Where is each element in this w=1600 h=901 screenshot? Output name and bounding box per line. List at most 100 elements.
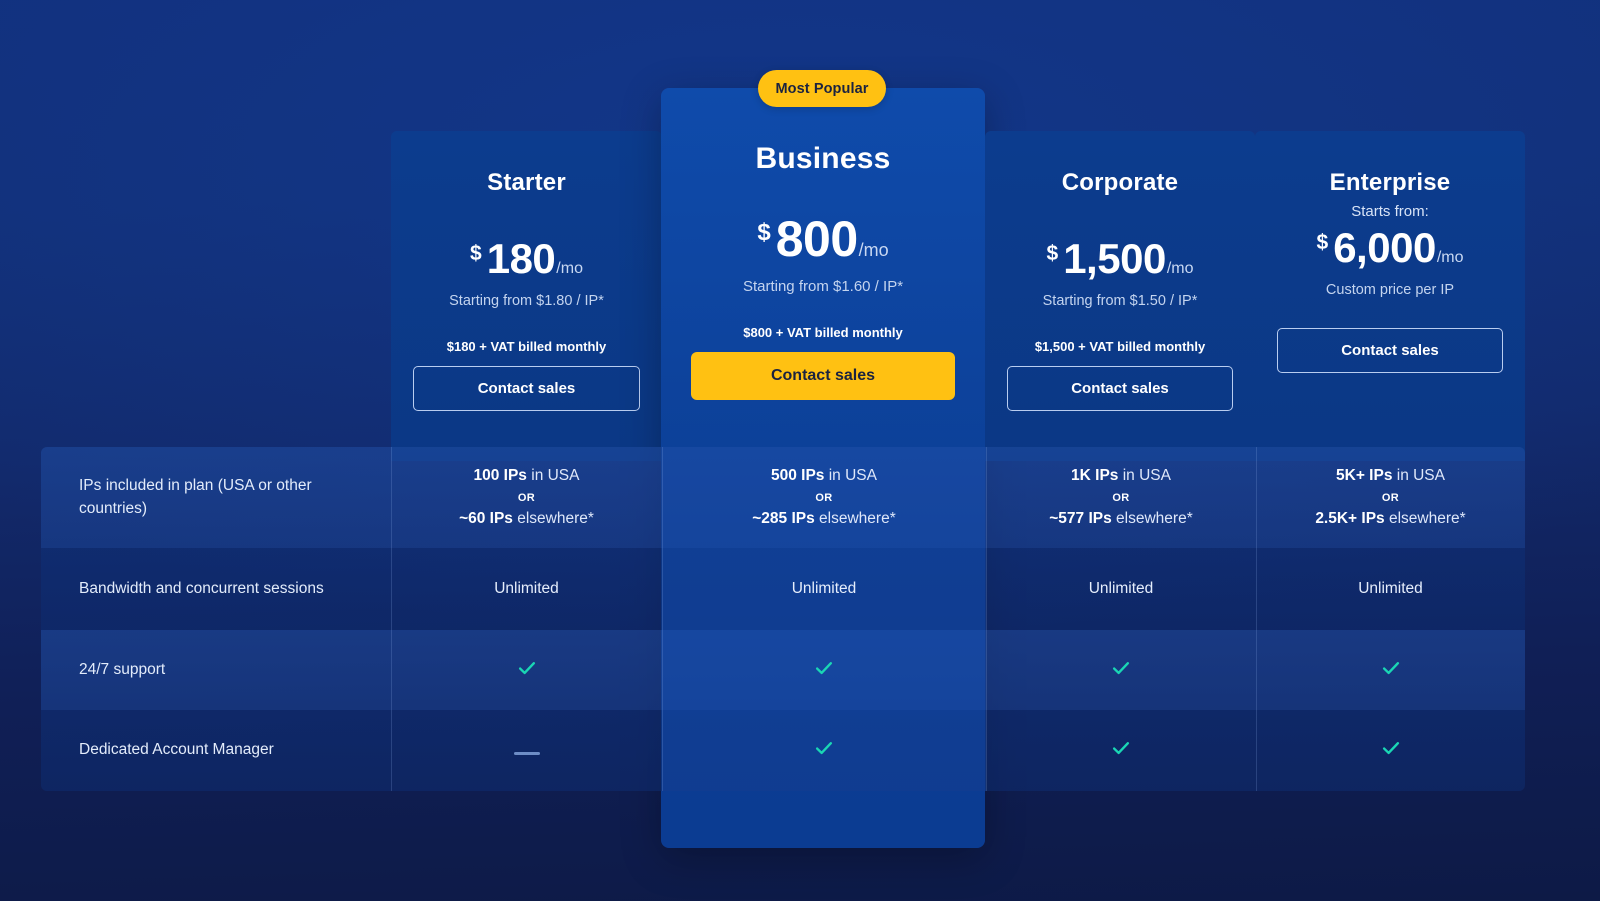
most-popular-badge: Most Popular	[758, 70, 886, 107]
feature-value-ips-starter: 100 IPs in USA OR ~60 IPs elsewhere*	[391, 447, 662, 548]
price-amount: 180	[486, 235, 556, 282]
column-divider	[1256, 447, 1257, 548]
ip-other-suffix: elsewhere*	[1111, 510, 1193, 528]
ip-other-count: 2.5K+ IPs	[1315, 510, 1385, 528]
price-period: /mo	[556, 260, 583, 277]
column-divider	[662, 710, 663, 791]
plan-card-starter[interactable]: Starter $ 180 /mo Starting from $1.80 / …	[391, 131, 662, 461]
ip-usa-count: 100 IPs	[473, 466, 527, 484]
price-currency: $	[1046, 242, 1059, 265]
price-period: /mo	[1166, 260, 1194, 277]
column-divider	[391, 447, 392, 548]
price-amount: 800	[775, 211, 858, 267]
ip-or-label: OR	[1381, 491, 1400, 504]
column-divider	[1256, 548, 1257, 630]
feature-value-support-business	[662, 630, 986, 710]
check-icon	[813, 657, 835, 684]
plan-subnote-business: Starting from $1.60 / IP*	[742, 278, 904, 295]
ip-other-line: ~60 IPs elsewhere*	[459, 509, 594, 529]
table-row: Bandwidth and concurrent sessions Unlimi…	[41, 548, 1525, 630]
price-period: /mo	[858, 240, 889, 260]
ip-usa-count: 5K+ IPs	[1336, 466, 1393, 484]
column-divider	[986, 630, 987, 710]
feature-value-support-starter	[391, 630, 662, 710]
check-icon	[1380, 737, 1402, 764]
feature-comparison-table: IPs included in plan (USA or other count…	[41, 447, 1525, 791]
cell-text: Unlimited	[494, 580, 559, 597]
contact-sales-button-business[interactable]: Contact sales	[691, 352, 955, 400]
price-period: /mo	[1436, 249, 1464, 266]
feature-value-ips-corporate: 1K IPs in USA OR ~577 IPs elsewhere*	[986, 447, 1256, 548]
pricing-page: Starter $ 180 /mo Starting from $1.80 / …	[0, 0, 1600, 901]
feature-label-dedicated-account-manager: Dedicated Account Manager	[79, 741, 274, 759]
feature-value-bandwidth-business: Unlimited	[662, 548, 986, 630]
table-row: 24/7 support	[41, 630, 1525, 710]
ip-other-line: ~577 IPs elsewhere*	[1049, 509, 1192, 529]
ip-other-count: ~577 IPs	[1049, 510, 1112, 528]
ip-usa-suffix: in USA	[526, 466, 580, 484]
ip-or-label: OR	[815, 491, 833, 504]
plan-name-enterprise: Enterprise	[1329, 169, 1451, 196]
ip-usa-line: 1K IPs in USA	[1049, 466, 1192, 486]
ip-usa-line: 5K+ IPs in USA	[1315, 466, 1465, 486]
ip-other-suffix: elsewhere*	[1384, 510, 1466, 528]
ip-other-line: 2.5K+ IPs elsewhere*	[1315, 509, 1465, 529]
ip-usa-line: 500 IPs in USA	[752, 466, 895, 486]
column-divider	[1256, 710, 1257, 791]
plan-subnote-starter: Starting from $1.80 / IP*	[449, 293, 604, 309]
ip-other-suffix: elsewhere*	[814, 510, 896, 528]
plan-vat-note-business: $800 + VAT billed monthly	[743, 325, 903, 340]
column-divider	[391, 710, 392, 791]
ip-other-count: ~60 IPs	[459, 510, 513, 528]
cell-text: Unlimited	[1358, 580, 1423, 597]
feature-value-bandwidth-enterprise: Unlimited	[1256, 548, 1525, 630]
plan-name-starter: Starter	[487, 169, 566, 196]
plan-subnote-enterprise: Custom price per IP	[1325, 282, 1455, 298]
plan-price-enterprise: $ 6,000 /mo	[1277, 224, 1503, 272]
dash-icon	[513, 742, 540, 760]
feature-value-support-enterprise	[1256, 630, 1525, 710]
contact-sales-button-starter[interactable]: Contact sales	[413, 366, 640, 411]
plan-price-starter: $ 180 /mo	[413, 235, 640, 283]
feature-value-bandwidth-starter: Unlimited	[391, 548, 662, 630]
plan-vat-note-starter: $180 + VAT billed monthly	[446, 339, 607, 354]
ip-other-suffix: elsewhere*	[512, 510, 594, 528]
feature-value-ips-business: 500 IPs in USA OR ~285 IPs elsewhere*	[662, 447, 986, 548]
table-row: IPs included in plan (USA or other count…	[41, 447, 1525, 548]
plan-card-enterprise[interactable]: Enterprise Starts from: $ 6,000 /mo Cust…	[1255, 131, 1525, 461]
price-currency: $	[470, 242, 482, 265]
feature-value-dam-business	[662, 710, 986, 791]
table-row: Dedicated Account Manager	[41, 710, 1525, 791]
column-divider	[986, 548, 987, 630]
column-divider	[662, 447, 663, 548]
feature-label-bandwidth-sessions: Bandwidth and concurrent sessions	[79, 579, 324, 597]
contact-sales-button-corporate[interactable]: Contact sales	[1007, 366, 1233, 411]
feature-value-support-corporate	[986, 630, 1256, 710]
feature-value-bandwidth-corporate: Unlimited	[986, 548, 1256, 630]
column-divider	[391, 548, 392, 630]
ip-usa-suffix: in USA	[1118, 466, 1171, 484]
column-divider	[662, 630, 663, 710]
plan-name-corporate: Corporate	[1061, 169, 1179, 196]
ip-usa-suffix: in USA	[1392, 466, 1445, 484]
plan-subnote-corporate: Starting from $1.50 / IP*	[1042, 293, 1198, 309]
plan-vat-note-corporate: $1,500 + VAT billed monthly	[1034, 339, 1206, 354]
ip-other-count: ~285 IPs	[752, 510, 815, 528]
ip-usa-count: 500 IPs	[770, 466, 825, 484]
plan-starts-from-label: Starts from:	[1351, 203, 1429, 220]
column-divider	[662, 548, 663, 630]
price-currency: $	[757, 219, 771, 246]
contact-sales-button-enterprise[interactable]: Contact sales	[1277, 328, 1503, 373]
check-icon	[1110, 657, 1132, 684]
ip-usa-suffix: in USA	[824, 466, 877, 484]
feature-value-dam-starter	[391, 710, 662, 791]
feature-label-ips-included: IPs included in plan (USA or other count…	[79, 477, 312, 517]
column-divider	[986, 710, 987, 791]
plan-price-business: $ 800 /mo	[691, 210, 955, 268]
check-icon	[516, 657, 538, 684]
ip-other-line: ~285 IPs elsewhere*	[752, 509, 895, 529]
plan-card-corporate[interactable]: Corporate $ 1,500 /mo Starting from $1.5…	[985, 131, 1255, 461]
column-divider	[986, 447, 987, 548]
check-icon	[1380, 657, 1402, 684]
ip-or-label: OR	[517, 491, 536, 504]
